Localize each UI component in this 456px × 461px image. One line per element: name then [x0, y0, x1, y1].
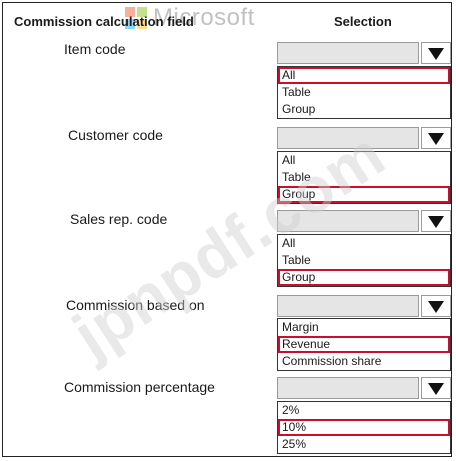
option-group[interactable]: Group	[278, 186, 450, 203]
dropdown-value-box[interactable]	[277, 127, 419, 149]
dropdown-value-box[interactable]	[277, 210, 419, 232]
sales-rep-code-dropdown[interactable]	[277, 210, 453, 232]
option-margin[interactable]: Margin	[278, 319, 450, 336]
option-revenue[interactable]: Revenue	[278, 336, 450, 353]
option-group[interactable]: Group	[278, 101, 450, 118]
field-label-commission-percentage: Commission percentage	[64, 379, 215, 395]
option-25-percent[interactable]: 25%	[278, 436, 450, 453]
commission-based-on-options: Margin Revenue Commission share	[277, 318, 451, 371]
field-label-commission-based-on: Commission based on	[66, 297, 205, 313]
option-group[interactable]: Group	[278, 269, 450, 286]
option-all[interactable]: All	[278, 235, 450, 252]
commission-percentage-dropdown[interactable]	[277, 377, 453, 399]
commission-percentage-options: 2% 10% 25%	[277, 401, 451, 454]
chevron-down-icon[interactable]	[421, 127, 451, 149]
customer-code-dropdown[interactable]	[277, 127, 453, 149]
commission-based-on-dropdown[interactable]	[277, 295, 453, 317]
customer-code-options: All Table Group	[277, 151, 451, 204]
option-table[interactable]: Table	[278, 84, 450, 101]
item-code-dropdown[interactable]	[277, 42, 453, 64]
option-table[interactable]: Table	[278, 169, 450, 186]
chevron-down-icon[interactable]	[421, 210, 451, 232]
field-column-header: Commission calculation field	[14, 14, 194, 29]
selection-column-header: Selection	[334, 14, 392, 29]
chevron-down-icon[interactable]	[421, 377, 451, 399]
option-table[interactable]: Table	[278, 252, 450, 269]
dropdown-value-box[interactable]	[277, 377, 419, 399]
field-label-customer-code: Customer code	[68, 127, 163, 143]
option-2-percent[interactable]: 2%	[278, 402, 450, 419]
option-commission-share[interactable]: Commission share	[278, 353, 450, 370]
chevron-down-icon[interactable]	[421, 42, 451, 64]
dropdown-value-box[interactable]	[277, 42, 419, 64]
option-all[interactable]: All	[278, 152, 450, 169]
field-label-item-code: Item code	[64, 41, 126, 57]
option-10-percent[interactable]: 10%	[278, 419, 450, 436]
dropdown-value-box[interactable]	[277, 295, 419, 317]
item-code-options: All Table Group	[277, 66, 451, 119]
option-all[interactable]: All	[278, 67, 450, 84]
sales-rep-code-options: All Table Group	[277, 234, 451, 287]
field-label-sales-rep-code: Sales rep. code	[70, 211, 168, 227]
chevron-down-icon[interactable]	[421, 295, 451, 317]
